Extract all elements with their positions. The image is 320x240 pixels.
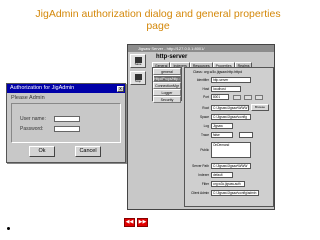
password-input[interactable] <box>54 126 80 132</box>
field-row: Space C:\Jigsaw\Jigsaw\config <box>185 114 275 120</box>
stop-button[interactable]: Stop <box>130 71 146 85</box>
auth-heading: Please Admin <box>11 95 45 101</box>
close-icon[interactable]: x <box>117 85 124 92</box>
field-label: Server Path <box>192 164 209 168</box>
save-label: Save <box>134 61 142 66</box>
cancel-button[interactable]: Cancel <box>75 146 101 157</box>
password-row: Password: <box>20 126 80 132</box>
field-row: Public OnDemand <box>185 142 275 158</box>
field-value[interactable]: C:\Jigsaw\Jigsaw\WWW <box>211 104 249 111</box>
field-row: Indexer default <box>185 172 275 178</box>
field-value[interactable]: localhost <box>211 86 241 92</box>
list-item-httpd[interactable]: HttpdProps/http-server <box>153 75 181 82</box>
field-label: Identifier <box>196 78 209 82</box>
username-label: User name: <box>20 116 46 122</box>
save-button[interactable]: Save <box>130 54 146 68</box>
field-row: Trace false <box>185 132 275 138</box>
form-class-head: Class: org.w3c.jigsaw.http.httpd <box>193 70 243 74</box>
field-label: Public <box>200 148 209 152</box>
field-value[interactable]: default <box>211 172 233 178</box>
field-label: Trace <box>200 133 209 137</box>
username-input[interactable] <box>54 116 80 122</box>
auth-window-title: Authorization for JigAdmin <box>10 85 75 91</box>
username-row: User name: <box>20 116 80 122</box>
field-row: Port 8001 <box>185 94 275 100</box>
browse-button[interactable]: Browse <box>251 104 270 111</box>
field-label: Log <box>203 124 209 128</box>
field-value[interactable]: Jigsaw <box>211 123 233 129</box>
field-label: Root <box>202 105 209 110</box>
field-value[interactable]: OnDemand <box>211 142 251 158</box>
prop-toolbar: Save Stop <box>130 54 150 88</box>
list-item-security[interactable]: Security <box>153 96 181 103</box>
list-item-general[interactable]: general <box>153 68 181 75</box>
slide-bullet <box>7 227 10 230</box>
field-value[interactable]: false <box>211 132 233 138</box>
next-slide-button[interactable]: ▶▶ <box>137 218 148 227</box>
field-row: Identifier http-server <box>185 77 275 83</box>
prop-window-title[interactable]: Jigsaw Server - http://127.0.0.1:8001/ <box>128 45 274 52</box>
prop-header: http-server <box>156 54 188 60</box>
field-label: Host <box>202 87 209 91</box>
field-value[interactable]: 8001 <box>211 94 229 100</box>
password-label: Password: <box>20 126 44 132</box>
field-label: Filter <box>201 182 209 186</box>
prev-icon: ◀◀ <box>125 219 134 225</box>
field-row: Root C:\Jigsaw\Jigsaw\WWW Browse <box>185 104 275 111</box>
field-row: Client Admin C:\Jigsaw\Jigsaw\config\adm… <box>185 190 275 196</box>
prop-form: Class: org.w3c.jigsaw.http.httpd Identif… <box>184 67 274 207</box>
list-item-logger[interactable]: Logger <box>153 89 181 96</box>
prop-list: general HttpdProps/http-server Connectio… <box>152 67 182 103</box>
field-value[interactable]: C:\Jigsaw\Jigsaw\config\admin <box>211 190 259 196</box>
field-label: Port <box>203 95 209 99</box>
spinner-cell[interactable] <box>255 94 263 100</box>
field-label: Client Admin <box>191 191 209 195</box>
field-value[interactable]: http-server <box>211 77 251 83</box>
next-icon: ▶▶ <box>138 219 147 225</box>
auth-titlebar[interactable]: Authorization for JigAdmin x <box>7 84 125 93</box>
stop-label: Stop <box>134 78 142 83</box>
spinner-cell[interactable] <box>233 94 241 100</box>
field-row: Server Path C:\Jigsaw\Jigsaw\WWW <box>185 163 275 169</box>
spinner-cell[interactable] <box>244 94 252 100</box>
field-label: Indexer <box>198 173 209 177</box>
auth-panel: User name: Password: <box>11 103 121 143</box>
trace-select[interactable] <box>239 132 253 138</box>
slide-title: JigAdmin authorization dialog and genera… <box>35 8 281 32</box>
field-value[interactable]: C:\Jigsaw\Jigsaw\config <box>211 114 251 120</box>
field-value[interactable]: org.w3c.jigsaw.auth <box>211 181 245 187</box>
field-row: Host localhost <box>185 86 275 92</box>
prev-slide-button[interactable]: ◀◀ <box>124 218 135 227</box>
authorization-dialog: Authorization for JigAdmin x Please Admi… <box>6 83 126 163</box>
field-row: Filter org.w3c.jigsaw.auth <box>185 181 275 187</box>
field-value[interactable]: C:\Jigsaw\Jigsaw\WWW <box>211 163 251 169</box>
field-label: Space <box>199 115 209 119</box>
list-item-connection[interactable]: ConnectionMgr <box>153 82 181 89</box>
field-row: Log Jigsaw <box>185 123 275 129</box>
properties-window: Jigsaw Server - http://127.0.0.1:8001/ S… <box>127 44 275 210</box>
ok-button[interactable]: Ok <box>29 146 55 157</box>
